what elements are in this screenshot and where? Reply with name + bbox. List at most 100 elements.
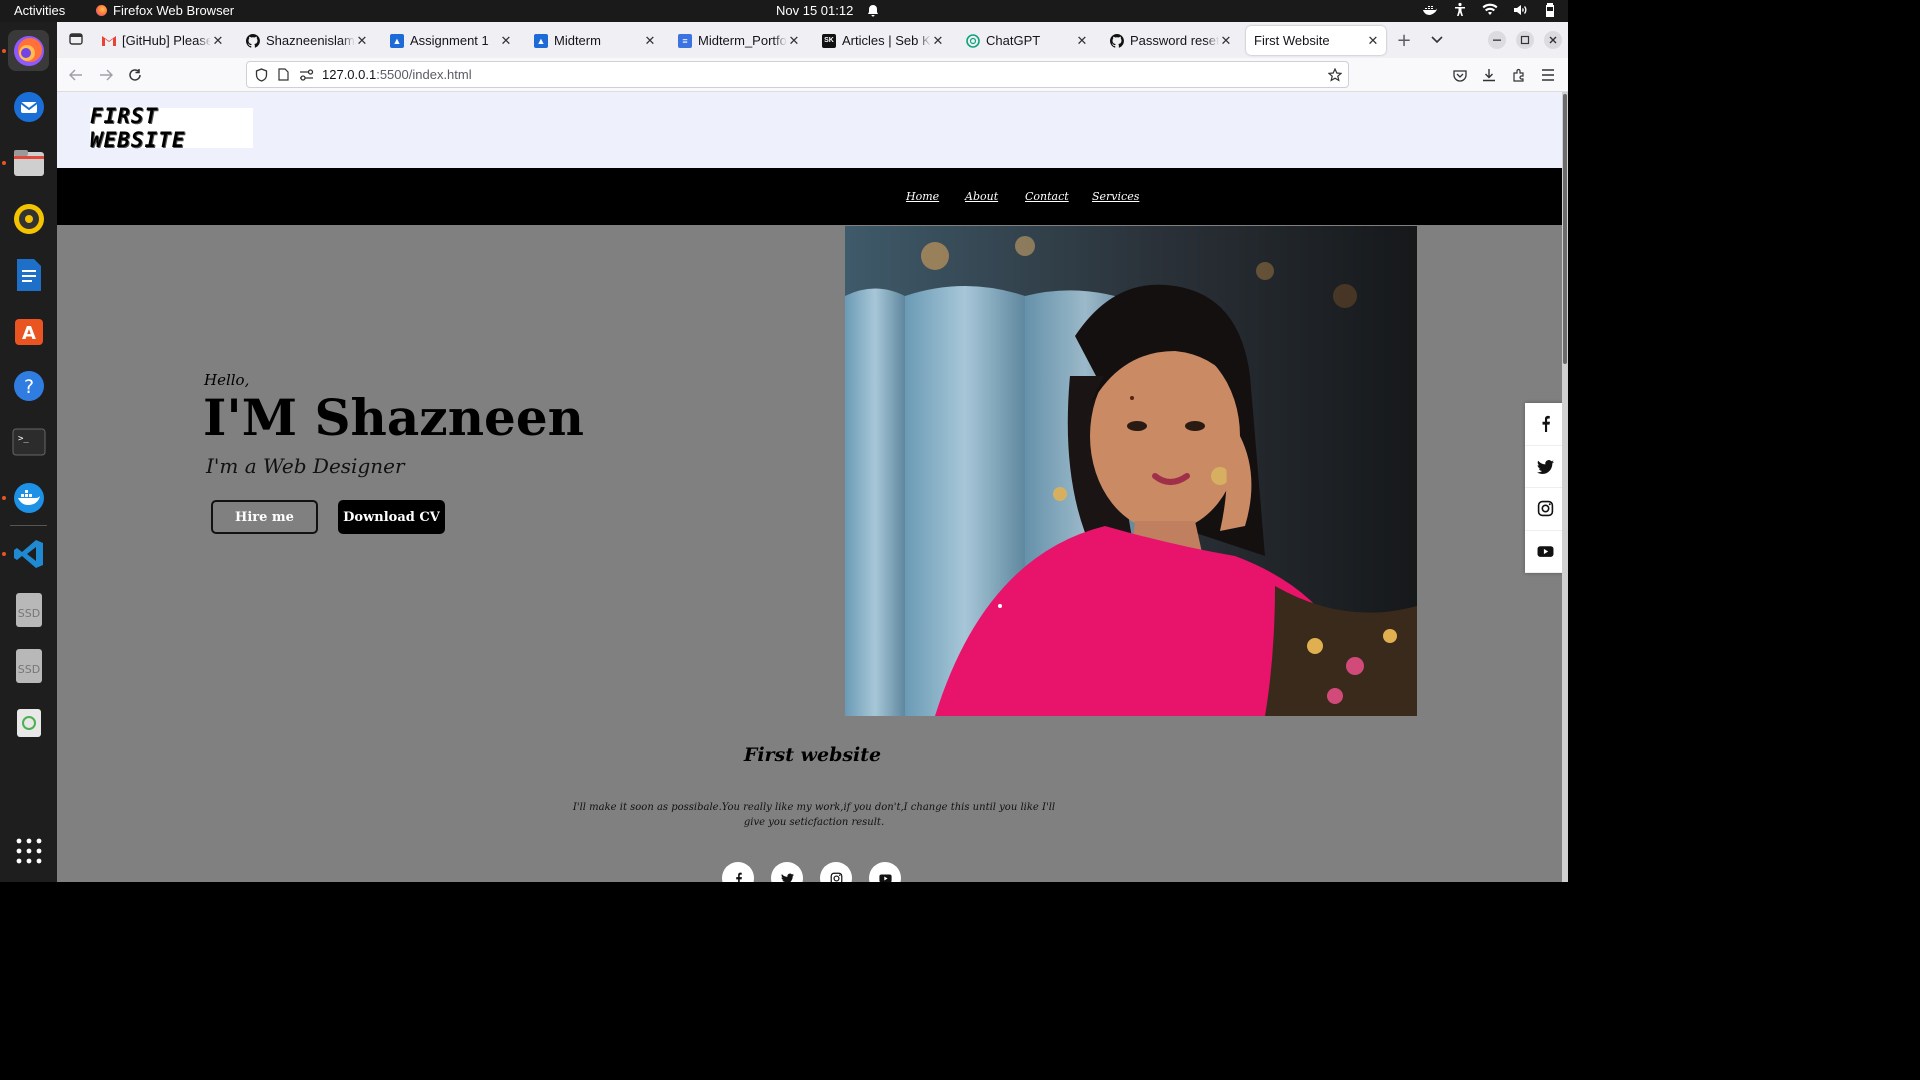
app-center-icon[interactable]: A <box>8 309 49 350</box>
close-icon[interactable]: ✕ <box>1366 33 1380 49</box>
battery-icon[interactable] <box>1542 2 1558 18</box>
accessibility-icon[interactable] <box>1452 2 1468 18</box>
instagram-icon[interactable] <box>1525 488 1566 531</box>
twitter-icon[interactable] <box>771 862 803 882</box>
running-indicator <box>2 49 6 53</box>
tab-chatgpt[interactable]: ChatGPT ✕ <box>960 26 1095 55</box>
tab-first-website[interactable]: First Website ✕ <box>1246 26 1386 55</box>
hamburger-menu-icon[interactable] <box>1537 64 1559 86</box>
system-tray[interactable] <box>1422 2 1558 18</box>
system-top-bar: Activities Firefox Web Browser Nov 15 01… <box>0 0 1568 22</box>
tab-assignment[interactable]: ▲ Assignment 1 ✕ <box>384 26 519 55</box>
docker-tray-icon[interactable] <box>1422 2 1438 18</box>
files-icon[interactable] <box>8 142 49 183</box>
clock[interactable]: Nov 15 01:12 <box>776 3 879 18</box>
rhythmbox-icon[interactable] <box>8 198 49 239</box>
show-apps-icon[interactable] <box>8 830 49 871</box>
terminal-icon[interactable]: >_ <box>8 421 49 462</box>
running-indicator <box>2 161 6 165</box>
back-icon[interactable] <box>65 64 87 86</box>
wifi-icon[interactable] <box>1482 2 1498 18</box>
twitter-icon[interactable] <box>1525 446 1566 488</box>
vscode-icon[interactable] <box>8 533 49 574</box>
bell-icon <box>868 5 879 17</box>
gmail-icon <box>102 34 116 48</box>
facebook-icon[interactable] <box>722 862 754 882</box>
bookmark-star-icon[interactable] <box>1328 67 1342 82</box>
shield-icon[interactable] <box>255 67 268 82</box>
nav-home-link[interactable]: Home <box>906 190 939 203</box>
facebook-icon[interactable] <box>1525 403 1566 446</box>
nav-services-link[interactable]: Services <box>1092 190 1139 203</box>
firefox-icon[interactable] <box>8 30 49 71</box>
minimize-icon[interactable] <box>1486 29 1508 51</box>
list-tabs-icon[interactable] <box>1426 29 1448 51</box>
tab-github-repo[interactable]: Shazneenislam/po ✕ <box>240 26 375 55</box>
navigation-toolbar: 127.0.0.1:5500/index.html <box>57 58 1568 92</box>
running-indicator <box>2 496 6 500</box>
close-icon[interactable]: ✕ <box>499 33 513 49</box>
site-logo[interactable]: FIRST WEBSITE <box>90 104 253 152</box>
permissions-icon[interactable] <box>299 68 314 81</box>
close-icon[interactable]: ✕ <box>355 33 369 49</box>
volume-icon[interactable] <box>1512 2 1528 18</box>
extensions-icon[interactable] <box>1508 64 1530 86</box>
nav-contact-link[interactable]: Contact <box>1025 190 1069 203</box>
thunderbird-icon[interactable] <box>8 86 49 127</box>
firefox-small-icon <box>96 5 107 16</box>
download-cv-button[interactable]: Download CV <box>338 500 445 534</box>
activities-button[interactable]: Activities <box>14 3 65 18</box>
page-scrollbar[interactable] <box>1562 92 1568 882</box>
tab-password-reset[interactable]: Password reset se ✕ <box>1104 26 1239 55</box>
close-icon[interactable]: ✕ <box>787 33 801 49</box>
close-icon[interactable]: ✕ <box>1075 33 1089 49</box>
ssd-drive-icon[interactable]: SSD <box>8 589 49 630</box>
downloads-icon[interactable] <box>1478 64 1500 86</box>
help-icon[interactable]: ? <box>8 365 49 406</box>
tab-gmail[interactable]: [GitHub] Please re ✕ <box>96 26 231 55</box>
window-close-icon[interactable] <box>1542 29 1564 51</box>
app-menu[interactable]: Firefox Web Browser <box>96 3 234 18</box>
youtube-icon[interactable] <box>869 862 901 882</box>
nav-about-link[interactable]: About <box>965 190 998 203</box>
new-tab-icon[interactable]: + <box>1393 29 1415 51</box>
close-icon[interactable]: ✕ <box>1219 33 1233 49</box>
svg-text:A: A <box>22 323 36 344</box>
close-icon[interactable]: ✕ <box>931 33 945 49</box>
tab-title: First Website <box>1254 33 1330 48</box>
url-text: 127.0.0.1:5500/index.html <box>322 67 472 82</box>
tab-articles[interactable]: SK Articles | Seb Kay ✕ <box>816 26 951 55</box>
ssd-drive-icon[interactable]: SSD <box>8 645 49 686</box>
instagram-icon[interactable] <box>820 862 852 882</box>
page-viewport: FIRST WEBSITE Home About Contact Service… <box>57 92 1568 882</box>
maximize-icon[interactable] <box>1514 29 1536 51</box>
firefox-view-icon[interactable] <box>65 28 87 50</box>
url-bar[interactable]: 127.0.0.1:5500/index.html <box>246 61 1349 88</box>
docker-icon[interactable] <box>8 477 49 518</box>
hire-me-button[interactable]: Hire me <box>211 500 318 534</box>
url-path: :5500/index.html <box>376 67 472 82</box>
trash-icon[interactable] <box>8 701 49 742</box>
dock: A ? >_ SSD SSD <box>0 22 57 882</box>
tab-title: Shazneenislam/po <box>266 33 355 48</box>
page-icon[interactable] <box>278 68 289 81</box>
tab-midterm[interactable]: ▲ Midterm ✕ <box>528 26 663 55</box>
url-host: 127.0.0.1 <box>322 67 377 82</box>
close-icon[interactable]: ✕ <box>211 33 225 49</box>
profile-photo <box>845 226 1417 716</box>
clock-text: Nov 15 01:12 <box>776 3 854 18</box>
reload-icon[interactable] <box>124 64 146 86</box>
hero-role: I'm a Web Designer <box>206 454 405 478</box>
github-icon <box>246 33 260 48</box>
app-name: Firefox Web Browser <box>113 3 235 18</box>
close-icon[interactable]: ✕ <box>643 33 657 49</box>
tab-title: Midterm <box>554 33 601 48</box>
youtube-icon[interactable] <box>1525 531 1566 573</box>
scrollbar-thumb[interactable] <box>1563 94 1567 364</box>
forward-icon[interactable] <box>95 64 117 86</box>
writer-icon[interactable] <box>8 254 49 295</box>
pocket-icon[interactable] <box>1449 64 1471 86</box>
chatgpt-icon <box>966 33 980 48</box>
hero-greeting: Hello, <box>204 371 250 389</box>
tab-docs[interactable]: ≡ Midterm_Portfolio ✕ <box>672 26 807 55</box>
